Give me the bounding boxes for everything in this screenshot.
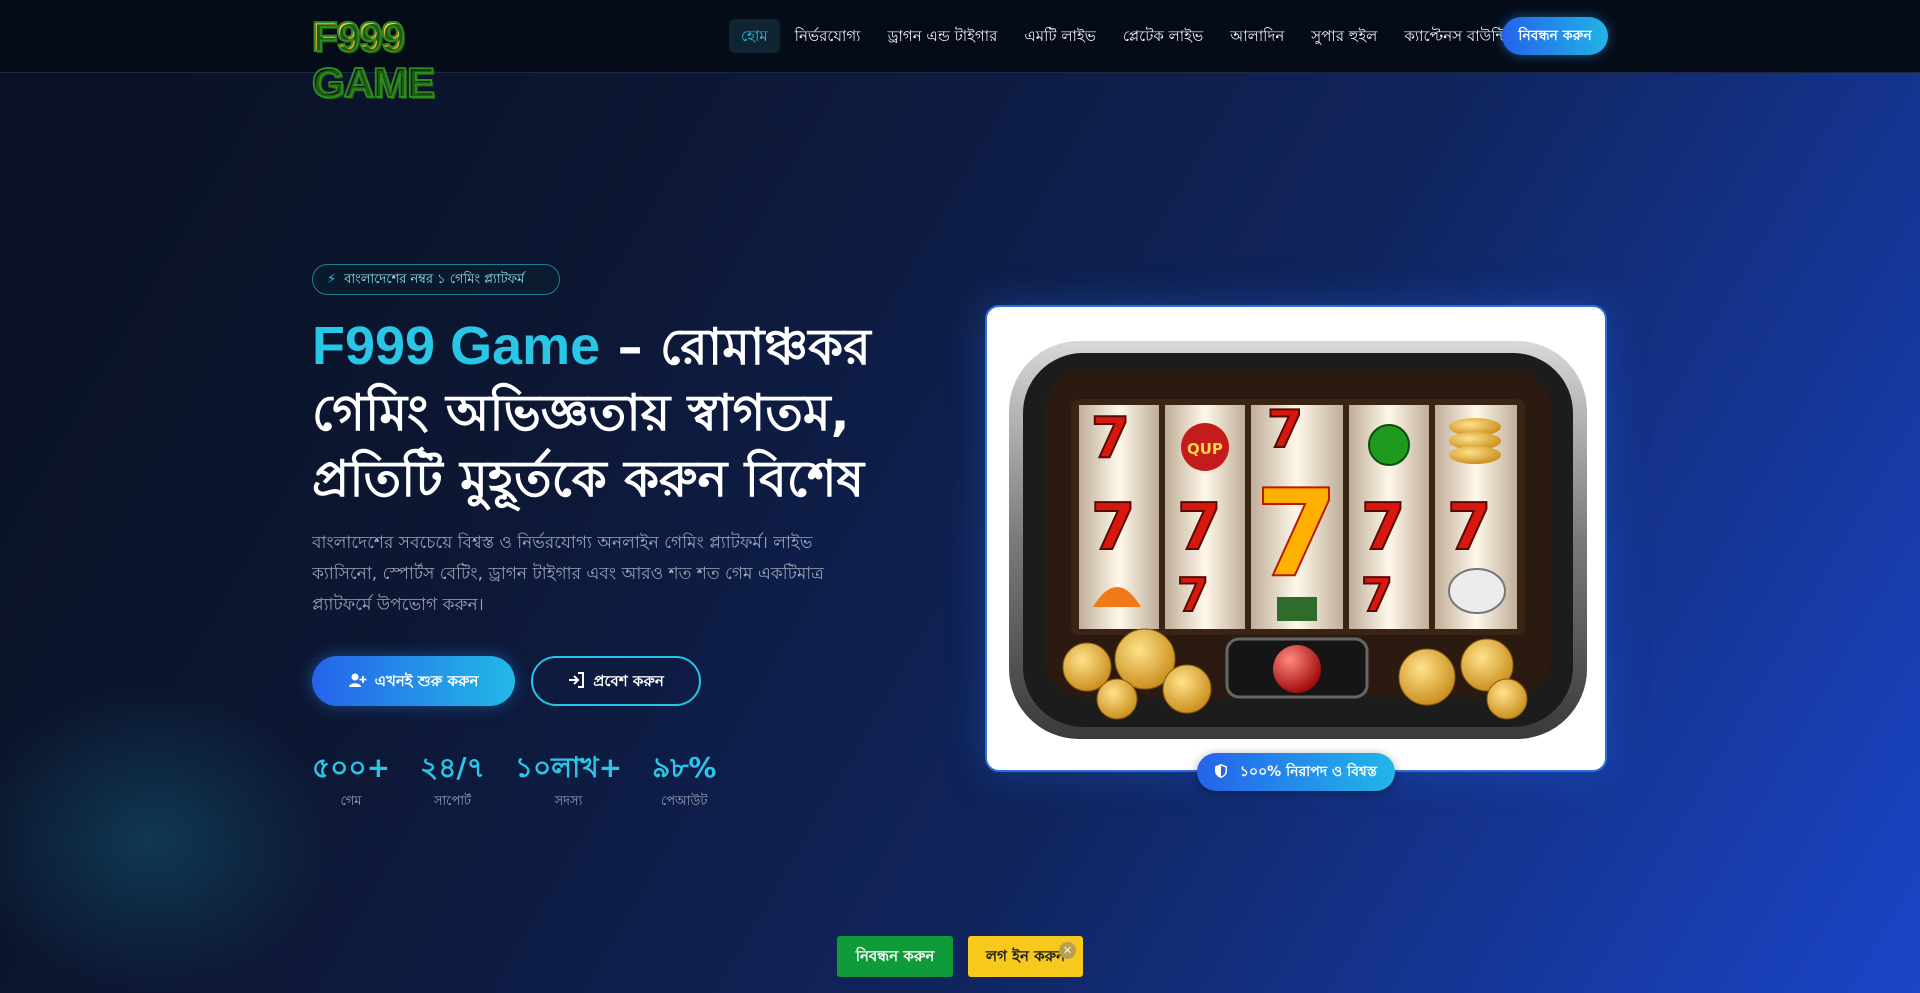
hero-description: বাংলাদেশের সবচেয়ে বিশ্বস্ত ও নির্ভরযোগ্… (312, 533, 824, 615)
slot-machine-image: 7 7 7 7 7 7 7 7 7 QUP (985, 305, 1607, 772)
shield-icon (1215, 764, 1232, 780)
main-nav: হোম নির্ভরযোগ্য ড্রাগন এন্ড টাইগার এমটি লাই… (729, 19, 1522, 53)
stat-value: ২৪/৭ (420, 751, 485, 784)
stat-label: গেম (340, 794, 362, 809)
nav-link-4[interactable]: প্লেটেক লাইভ (1111, 19, 1215, 53)
hero-title: F999 Game – রোমাঞ্চকর গেমিং অভিজ্ঞতায় স… (312, 313, 932, 512)
start-now-label: এখনই শুরু করুন (374, 672, 479, 690)
svg-text:7: 7 (1361, 568, 1393, 622)
close-icon[interactable]: ✕ (1059, 942, 1076, 959)
svg-text:7: 7 (1447, 491, 1492, 565)
secure-badge: ১০০% নিরাপদ ও বিশ্বস্ত (1197, 753, 1395, 791)
svg-text:7: 7 (1177, 568, 1209, 622)
nav-link-1[interactable]: নির্ভরযোগ্য (783, 19, 873, 53)
sign-in-icon (568, 658, 585, 704)
nav-link-2[interactable]: ড্রাগন এন্ড টাইগার (876, 19, 1010, 53)
stat-value: ৯৮% (652, 751, 717, 784)
hero-title-brand: F999 Game (312, 316, 601, 376)
nav-register-button[interactable]: নিবন্ধন করুন (1502, 17, 1608, 55)
svg-text:7: 7 (1091, 491, 1136, 565)
hero-stats: ৫০০+ গেম ২৪/৭ সাপোর্ট ১০লাখ+ সদস্য ৯৮% পেআউট (312, 748, 746, 814)
svg-text:QUP: QUP (1187, 440, 1223, 458)
stat-item: ২৪/৭ সাপোর্ট (420, 748, 485, 814)
login-button[interactable]: প্রবেশ করুন (531, 656, 701, 706)
bottom-register-button[interactable]: নিবন্ধন করুন (837, 936, 953, 977)
nav-link-5[interactable]: আলাদিন (1218, 19, 1296, 53)
stat-item: ৫০০+ গেম (312, 748, 390, 814)
svg-text:7: 7 (1177, 491, 1222, 565)
nav-link-7[interactable]: ক্যাপ্টেনস বাউন্টি (1392, 19, 1519, 53)
nav-link-3[interactable]: এমটি লাইভ (1012, 19, 1107, 53)
secure-badge-text: ১০০% নিরাপদ ও বিশ্বস্ত (1239, 764, 1377, 780)
stat-label: সদস্য (554, 794, 583, 809)
bolt-icon: ⚡ (327, 272, 337, 287)
stat-value: ১০লাখ+ (514, 751, 623, 784)
nav-link-6[interactable]: সুপার হুইল (1299, 19, 1389, 53)
stat-item: ১০লাখ+ সদস্য (515, 748, 622, 814)
stat-label: পেআউট (661, 794, 708, 809)
page-background (0, 0, 1920, 993)
top-navbar: F999 GAME হোম নির্ভরযোগ্য ড্রাগন এন্ড টাইগ… (0, 0, 1920, 107)
site-logo[interactable]: F999 GAME (311, 13, 512, 107)
stat-value: ৫০০+ (312, 751, 391, 784)
nav-link-0[interactable]: হোম (729, 19, 780, 53)
svg-text:7: 7 (1255, 465, 1339, 604)
user-plus-icon (348, 656, 367, 706)
svg-text:7: 7 (1361, 491, 1406, 565)
stat-label: সাপোর্ট (433, 794, 472, 809)
svg-text:7: 7 (1267, 400, 1303, 460)
svg-text:7: 7 (1091, 406, 1130, 471)
hero-badge: ⚡ বাংলাদেশের নম্বর ১ গেমিং প্ল্যাটফর্ম (312, 264, 560, 295)
stat-item: ৯৮% পেআউট (652, 748, 716, 814)
hero-badge-text: বাংলাদেশের নম্বর ১ গেমিং প্ল্যাটফর্ম (344, 272, 525, 287)
start-now-button[interactable]: এখনই শুরু করুন (312, 656, 515, 706)
login-label: প্রবেশ করুন (593, 672, 664, 690)
